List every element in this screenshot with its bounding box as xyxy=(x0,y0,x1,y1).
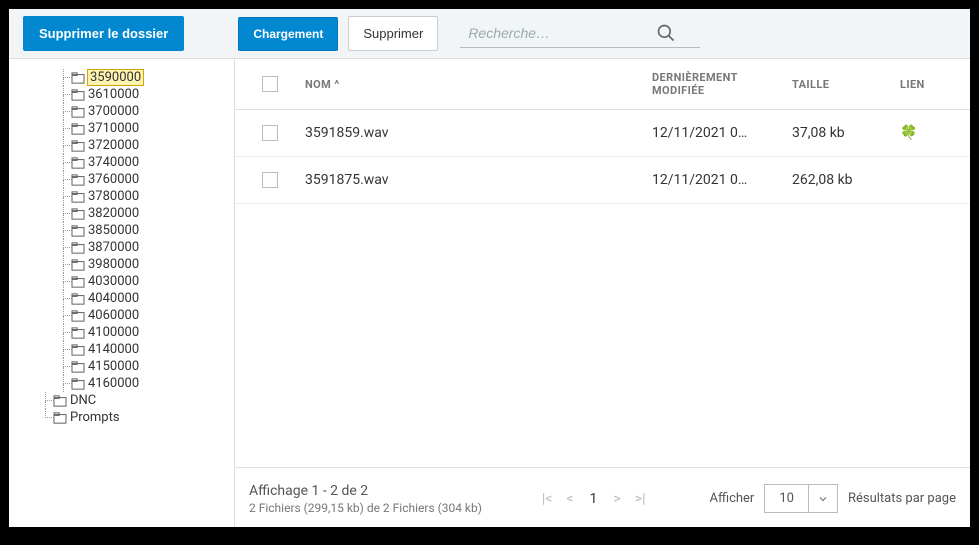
folder-label: 4160000 xyxy=(88,376,139,391)
row-checkbox[interactable] xyxy=(262,172,278,188)
per-page-value: 10 xyxy=(765,485,809,512)
folder-label: 4150000 xyxy=(88,359,139,374)
upload-button[interactable]: Chargement xyxy=(238,17,338,51)
table-row[interactable]: 3591859.wav12/11/2021 0…37,08 kb🍀 xyxy=(235,110,970,157)
folder-label: 3740000 xyxy=(88,155,139,170)
display-summary: Affichage 1 - 2 de 2 xyxy=(249,483,538,499)
page-number: 1 xyxy=(584,491,604,507)
folder-label: 4040000 xyxy=(88,291,139,306)
pager: |< < 1 > >| xyxy=(538,489,650,509)
folder-label: 3870000 xyxy=(88,240,139,255)
show-label: Afficher xyxy=(710,491,755,506)
file-list-panel: NOM ^ DERNIÈREMENT MODIFIÉE TAILLE LIEN … xyxy=(235,59,970,527)
tree-folder[interactable]: 3610000 xyxy=(9,86,234,103)
folder-tree: 3590000 3610000 3700000 3710000 3720000 37400… xyxy=(9,59,235,527)
column-link[interactable]: LIEN xyxy=(900,78,970,91)
tree-folder[interactable]: 3710000 xyxy=(9,120,234,137)
folder-label: 3700000 xyxy=(88,104,139,119)
search-box xyxy=(460,19,700,48)
table-header: NOM ^ DERNIÈREMENT MODIFIÉE TAILLE LIEN xyxy=(235,59,970,110)
column-size[interactable]: TAILLE xyxy=(792,78,900,91)
folder-label: 4140000 xyxy=(88,342,139,357)
tree-folder[interactable]: 4160000 xyxy=(9,375,234,392)
column-date[interactable]: DERNIÈREMENT MODIFIÉE xyxy=(652,71,792,97)
link-icon[interactable]: 🍀 xyxy=(900,125,917,141)
tree-folder[interactable]: 4030000 xyxy=(9,273,234,290)
tree-folder[interactable]: 3780000 xyxy=(9,188,234,205)
toolbar: Supprimer le dossier Chargement Supprime… xyxy=(9,9,970,59)
cell-name: 3591875.wav xyxy=(305,172,652,188)
cell-date: 12/11/2021 0… xyxy=(652,172,792,188)
tree-folder[interactable]: 4140000 xyxy=(9,341,234,358)
first-page-icon[interactable]: |< xyxy=(538,489,557,509)
delete-button[interactable]: Supprimer xyxy=(348,16,438,51)
cell-size: 262,08 kb xyxy=(792,172,900,188)
folder-label: 4100000 xyxy=(88,325,139,340)
folder-label: 3720000 xyxy=(88,138,139,153)
tree-folder[interactable]: 3700000 xyxy=(9,103,234,120)
file-summary: 2 Fichiers (299,15 kb) de 2 Fichiers (30… xyxy=(249,501,538,515)
tree-folder[interactable]: 3760000 xyxy=(9,171,234,188)
tree-folder[interactable]: 3850000 xyxy=(9,222,234,239)
tree-folder[interactable]: DNC xyxy=(9,392,234,409)
folder-label: DNC xyxy=(70,393,96,408)
next-page-icon[interactable]: > xyxy=(609,489,624,509)
tree-folder[interactable]: 3590000 xyxy=(9,69,234,86)
folder-label: 3820000 xyxy=(88,206,139,221)
chevron-down-icon[interactable] xyxy=(809,485,837,512)
search-input[interactable] xyxy=(466,19,656,47)
per-page-label: Résultats par page xyxy=(848,491,956,506)
row-checkbox[interactable] xyxy=(262,125,278,141)
folder-label: 3980000 xyxy=(88,257,139,272)
tree-folder[interactable]: Prompts xyxy=(9,409,234,426)
tree-folder[interactable]: 3980000 xyxy=(9,256,234,273)
tree-folder[interactable]: 4060000 xyxy=(9,307,234,324)
tree-folder[interactable]: 4100000 xyxy=(9,324,234,341)
last-page-icon[interactable]: >| xyxy=(631,489,650,509)
folder-label: 3850000 xyxy=(88,223,139,238)
tree-folder[interactable]: 3720000 xyxy=(9,137,234,154)
folder-label: 3590000 xyxy=(88,70,143,85)
folder-label: 4030000 xyxy=(88,274,139,289)
table-row[interactable]: 3591875.wav12/11/2021 0…262,08 kb xyxy=(235,157,970,204)
tree-folder[interactable]: 3740000 xyxy=(9,154,234,171)
tree-folder[interactable]: 4040000 xyxy=(9,290,234,307)
folder-label: 3760000 xyxy=(88,172,139,187)
search-icon[interactable] xyxy=(656,23,676,43)
folder-label: 3710000 xyxy=(88,121,139,136)
select-all-checkbox[interactable] xyxy=(262,76,278,92)
prev-page-icon[interactable]: < xyxy=(562,489,577,509)
tree-folder[interactable]: 4150000 xyxy=(9,358,234,375)
footer: Affichage 1 - 2 de 2 2 Fichiers (299,15 … xyxy=(235,467,970,527)
cell-link: 🍀 xyxy=(900,125,970,141)
tree-folder[interactable]: 3870000 xyxy=(9,239,234,256)
folder-label: Prompts xyxy=(70,410,120,425)
per-page-select[interactable]: 10 xyxy=(764,484,838,513)
folder-label: 3610000 xyxy=(88,87,139,102)
cell-name: 3591859.wav xyxy=(305,125,652,141)
folder-label: 3780000 xyxy=(88,189,139,204)
tree-folder[interactable]: 3820000 xyxy=(9,205,234,222)
column-name[interactable]: NOM ^ xyxy=(305,78,652,91)
cell-size: 37,08 kb xyxy=(792,125,900,141)
cell-date: 12/11/2021 0… xyxy=(652,125,792,141)
folder-label: 4060000 xyxy=(88,308,139,323)
delete-folder-button[interactable]: Supprimer le dossier xyxy=(23,16,184,51)
